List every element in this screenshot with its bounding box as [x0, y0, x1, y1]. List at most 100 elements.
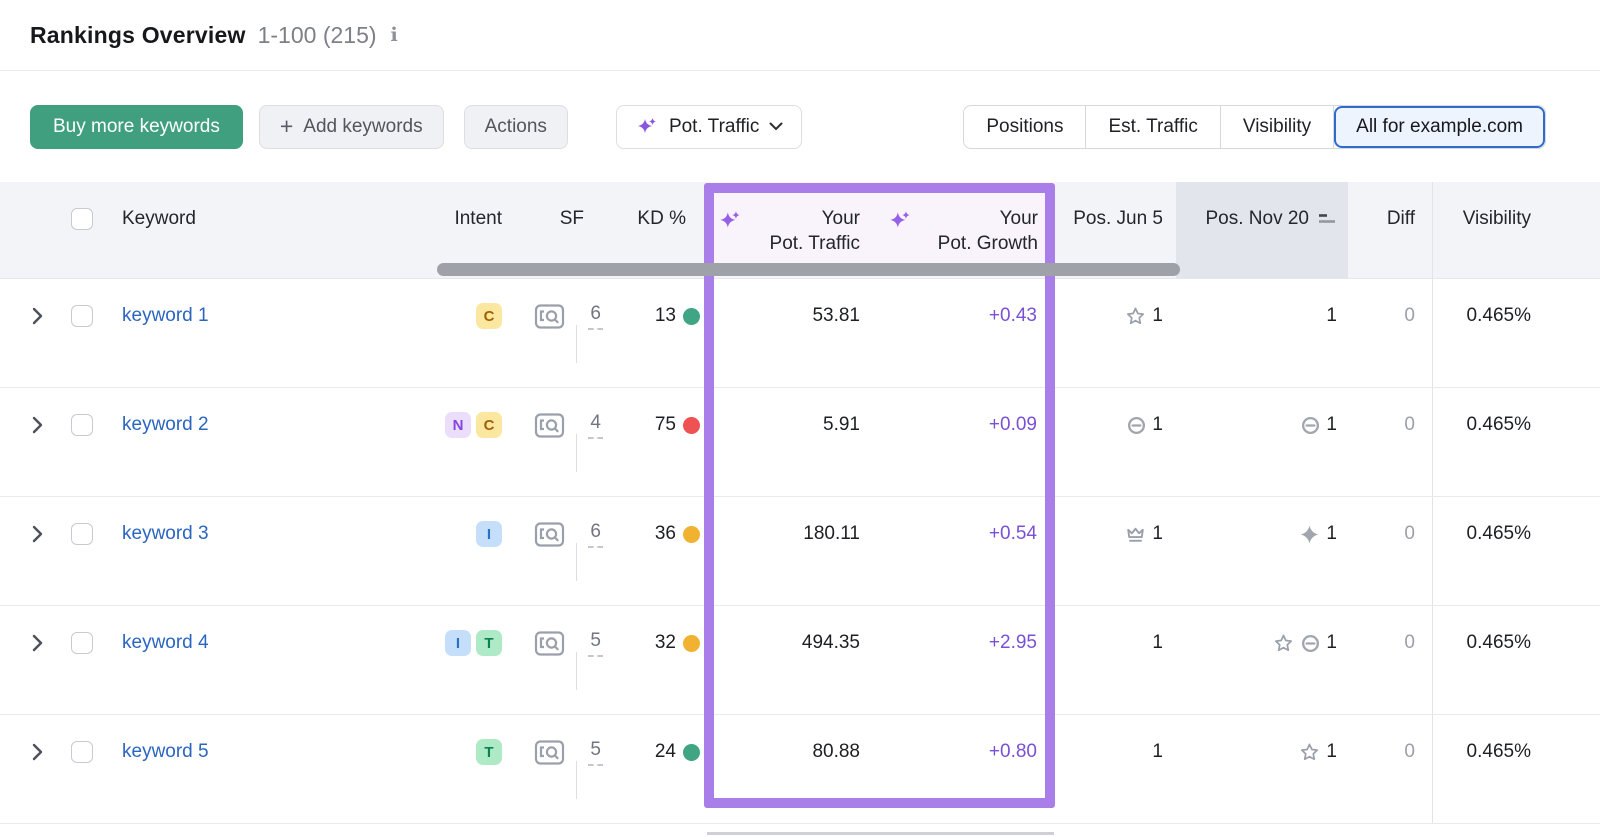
table-body: keyword 1 C 6 13 53.81 +0.43 1 1 0 0.465… [0, 279, 1600, 824]
column-header-keyword[interactable]: Keyword [110, 182, 437, 278]
pos-jun5-cell: 1 [1055, 279, 1176, 387]
link-icon [1300, 628, 1321, 658]
star-icon [1298, 737, 1321, 767]
cell-divider [576, 434, 577, 472]
horizontal-scrollbar[interactable] [437, 263, 1180, 276]
view-switcher: Positions Est. Traffic Visibility All fo… [963, 105, 1546, 149]
row-checkbox[interactable] [71, 741, 93, 763]
keyword-link[interactable]: keyword 2 [122, 414, 209, 436]
expander-header-cell [0, 182, 62, 278]
link-icon [1126, 410, 1147, 440]
cell-divider [576, 543, 577, 581]
ai-sparkle-icon [717, 208, 743, 234]
intent-badge-c: C [476, 412, 502, 438]
pot-growth-value: +0.54 [989, 523, 1037, 545]
buy-more-keywords-button[interactable]: Buy more keywords [30, 105, 243, 149]
sf-count[interactable]: 5 [588, 630, 603, 657]
intent-cell: NC [437, 388, 512, 496]
column-header-visibility[interactable]: Visibility [1432, 182, 1600, 278]
keyword-link[interactable]: keyword 3 [122, 523, 209, 545]
keyword-link[interactable]: keyword 5 [122, 741, 209, 763]
pos-jun5-cell: 1 [1055, 497, 1176, 605]
position-value: 1 [1326, 741, 1337, 763]
pot-traffic-value: 80.88 [812, 741, 860, 763]
table-row: keyword 2 NC 4 75 5.91 +0.09 1 1 0 0.465… [0, 388, 1600, 497]
pos-nov20-cell: 1 [1176, 497, 1348, 605]
expand-row-icon[interactable] [32, 307, 43, 325]
link-icon [1300, 410, 1321, 440]
pos-nov20-cell: 1 [1176, 279, 1348, 387]
diff-value: 0 [1404, 414, 1415, 436]
serp-features-cell: 6 [512, 497, 620, 605]
serp-preview-icon[interactable] [534, 739, 565, 766]
view-tab-positions[interactable]: Positions [964, 106, 1086, 148]
visibility-value: 0.465% [1467, 523, 1531, 545]
view-tab-visibility[interactable]: Visibility [1221, 106, 1334, 148]
cell-divider [576, 761, 577, 799]
serp-features-cell: 5 [512, 715, 620, 823]
serp-preview-icon[interactable] [534, 630, 565, 657]
plus-icon: + [280, 115, 293, 138]
serp-features-cell: 4 [512, 388, 620, 496]
kd-value: 36 [655, 523, 676, 545]
intent-cell: C [437, 279, 512, 387]
intent-badge-t: T [476, 739, 502, 765]
crown-icon [1124, 519, 1147, 549]
view-tab-est-traffic[interactable]: Est. Traffic [1086, 106, 1220, 148]
serp-preview-icon[interactable] [534, 521, 565, 548]
kd-value: 24 [655, 741, 676, 763]
position-value: 1 [1326, 632, 1337, 654]
chevron-down-icon [769, 122, 783, 131]
intent-cell: T [437, 715, 512, 823]
position-value: 1 [1152, 305, 1163, 327]
row-checkbox[interactable] [71, 305, 93, 327]
table-row: keyword 4 IT 5 32 494.35 +2.95 1 1 0 0.4… [0, 606, 1600, 715]
position-value: 1 [1326, 305, 1337, 327]
intent-badge-t: T [476, 630, 502, 656]
result-range-count: 1-100 (215) [258, 22, 377, 49]
ai-sparkle-icon [635, 115, 659, 139]
pos-nov20-cell: 1 [1176, 388, 1348, 496]
sf-count[interactable]: 6 [588, 303, 603, 330]
sf-count[interactable]: 6 [588, 521, 603, 548]
page-title: Rankings Overview [30, 22, 246, 49]
column-header-pos-nov20[interactable]: Pos. Nov 20 [1176, 182, 1348, 278]
pot-growth-value: +0.80 [989, 741, 1037, 763]
toolbar: Buy more keywords + Add keywords Actions… [0, 71, 1600, 182]
ai-sparkle-icon [887, 208, 913, 234]
serp-preview-icon[interactable] [534, 412, 565, 439]
pot-growth-value: +0.43 [989, 305, 1037, 327]
kd-cell: 24 [620, 715, 707, 823]
position-value: 1 [1152, 414, 1163, 436]
metric-selector-dropdown[interactable]: Pot. Traffic [616, 105, 802, 149]
column-header-diff[interactable]: Diff [1348, 182, 1432, 278]
serp-preview-icon[interactable] [534, 303, 565, 330]
select-all-checkbox[interactable] [71, 208, 93, 230]
pot-traffic-value: 494.35 [802, 632, 860, 654]
position-value: 1 [1326, 523, 1337, 545]
expand-row-icon[interactable] [32, 743, 43, 761]
keyword-link[interactable]: keyword 4 [122, 632, 209, 654]
sf-count[interactable]: 5 [588, 739, 603, 766]
intent-badge-i: I [476, 521, 502, 547]
diff-value: 0 [1404, 632, 1415, 654]
info-icon[interactable]: i [391, 24, 398, 46]
metric-selector-label: Pot. Traffic [669, 116, 759, 138]
actions-button[interactable]: Actions [464, 105, 568, 149]
add-keywords-button[interactable]: + Add keywords [259, 105, 444, 149]
pot-growth-value: +0.09 [989, 414, 1037, 436]
kd-cell: 13 [620, 279, 707, 387]
row-checkbox[interactable] [71, 523, 93, 545]
row-checkbox[interactable] [71, 414, 93, 436]
view-tab-all-for-example[interactable]: All for example.com [1334, 106, 1545, 148]
expand-row-icon[interactable] [32, 525, 43, 543]
highlight-bottom-edge [707, 832, 1054, 835]
keyword-link[interactable]: keyword 1 [122, 305, 209, 327]
sf-count[interactable]: 4 [588, 412, 603, 439]
cell-divider [576, 652, 577, 690]
kd-difficulty-dot [683, 744, 700, 761]
row-checkbox[interactable] [71, 632, 93, 654]
expand-row-icon[interactable] [32, 416, 43, 434]
expand-row-icon[interactable] [32, 634, 43, 652]
pos-jun5-cell: 1 [1055, 606, 1176, 714]
